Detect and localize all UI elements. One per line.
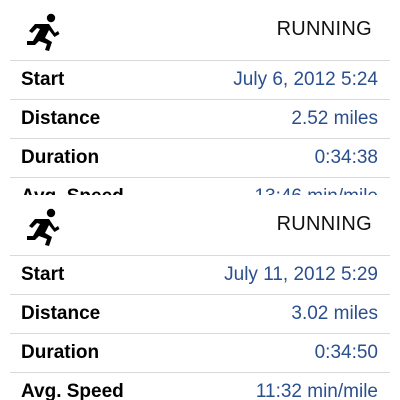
speed-value: 11:32 min/mile: [255, 381, 378, 400]
start-row: Start July 11, 2012 5:29: [10, 255, 390, 294]
start-label: Start: [21, 69, 65, 90]
duration-value: 0:34:50: [314, 342, 378, 363]
distance-label: Distance: [21, 108, 101, 129]
workout-header: RUNNING: [0, 0, 400, 60]
speed-label: Avg. Speed: [21, 186, 124, 195]
workout-type: RUNNING: [276, 18, 372, 40]
speed-row: Avg. Speed 11:32 min/mile: [10, 372, 390, 400]
workout-header: RUNNING: [0, 195, 400, 255]
runner-icon: [27, 13, 60, 51]
duration-label: Duration: [21, 147, 100, 168]
duration-label: Duration: [21, 342, 100, 363]
runner-icon: [27, 208, 60, 246]
distance-value: 3.02 miles: [291, 303, 378, 324]
start-value: July 6, 2012 5:24: [233, 69, 378, 90]
start-row: Start July 6, 2012 5:24: [10, 60, 390, 99]
workout-list[interactable]: RUNNING Start July 6, 2012 5:24 Distance…: [0, 0, 400, 400]
duration-value: 0:34:38: [314, 147, 378, 168]
workout-card[interactable]: RUNNING Start July 11, 2012 5:29 Distanc…: [0, 195, 400, 400]
duration-row: Duration 0:34:38: [10, 138, 390, 177]
workout-card[interactable]: RUNNING Start July 6, 2012 5:24 Distance…: [0, 0, 400, 195]
distance-row: Distance 2.52 miles: [10, 99, 390, 138]
distance-row: Distance 3.02 miles: [10, 294, 390, 333]
speed-value: 13:46 min/mile: [254, 186, 378, 195]
distance-label: Distance: [21, 303, 101, 324]
speed-label: Avg. Speed: [21, 381, 124, 400]
start-label: Start: [21, 264, 65, 285]
speed-row: Avg. Speed 13:46 min/mile: [10, 177, 390, 195]
duration-row: Duration 0:34:50: [10, 333, 390, 372]
start-value: July 11, 2012 5:29: [224, 264, 378, 285]
distance-value: 2.52 miles: [291, 108, 378, 129]
workout-type: RUNNING: [276, 213, 372, 235]
